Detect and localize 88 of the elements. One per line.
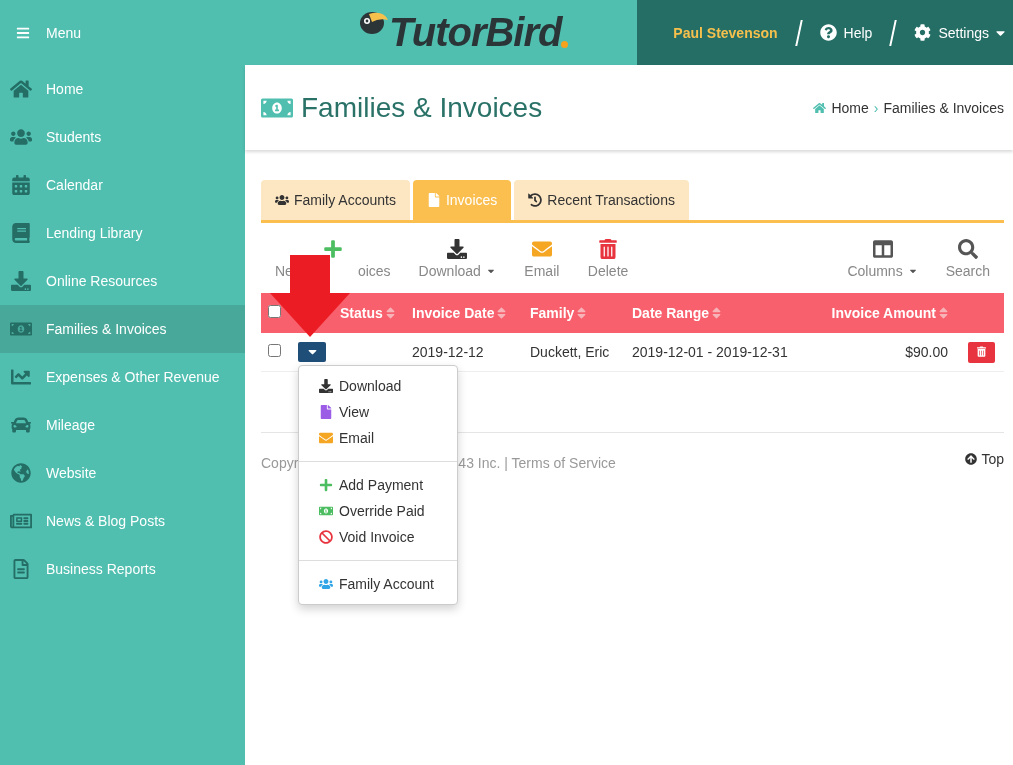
sort-icon	[939, 306, 948, 320]
row-menu-button[interactable]	[298, 342, 326, 362]
banknote-icon	[319, 504, 333, 518]
book-icon	[10, 223, 32, 243]
house-icon	[10, 79, 32, 99]
user-name[interactable]: Paul Stevenson	[648, 24, 798, 41]
arrow-up-icon	[965, 452, 978, 466]
sidebar-item[interactable]: Lending Library	[0, 209, 245, 257]
history-icon	[528, 193, 543, 207]
top-link[interactable]: Top	[965, 447, 1004, 471]
sidebar-item[interactable]: Mileage	[0, 401, 245, 449]
house-icon	[813, 100, 827, 115]
delete-button[interactable]	[968, 341, 995, 363]
tab[interactable]: Recent Transactions	[514, 180, 689, 220]
column-header[interactable]: Invoice Date	[412, 305, 495, 321]
sidebar-item[interactable]: Expenses & Other Revenue	[0, 353, 245, 401]
people-icon	[319, 577, 333, 591]
sort-icon	[577, 306, 587, 320]
column-header[interactable]: Date Range	[632, 305, 710, 321]
ban-icon	[319, 530, 333, 544]
settings-icon	[914, 24, 932, 41]
sidebar-item[interactable]: Website	[0, 449, 245, 497]
globe-icon	[10, 463, 32, 483]
sidebar-item[interactable]: Home	[0, 65, 245, 113]
brand-name: TutorBird	[389, 9, 562, 56]
trash-icon	[977, 345, 986, 359]
sidebar-item[interactable]: Calendar	[0, 161, 245, 209]
people-icon	[10, 127, 32, 147]
car-icon	[10, 415, 32, 435]
column-header[interactable]: Status	[340, 305, 383, 321]
copyright-text: Copyr	[261, 455, 299, 471]
table-cell: 2019-12-01 - 2019-12-31	[632, 344, 788, 360]
file-icon	[426, 193, 441, 207]
people-icon	[275, 193, 289, 207]
file-icon	[319, 405, 333, 419]
column-header[interactable]: Invoice Amount	[831, 305, 936, 321]
table-cell: 2019-12-12	[412, 344, 484, 360]
row-checkbox[interactable]	[268, 344, 281, 357]
toolbar-button[interactable]: Download	[404, 235, 510, 283]
breadcrumb-link[interactable]: Families & Invoices	[883, 99, 1004, 116]
table-cell: Duckett, Eric	[530, 344, 610, 360]
menu-item[interactable]: Void Invoice	[299, 524, 457, 550]
sort-icon	[712, 306, 722, 320]
download-icon	[10, 271, 32, 291]
menu-item[interactable]: Download	[299, 373, 457, 399]
column-header[interactable]: Family	[530, 305, 575, 321]
logo-dot	[561, 41, 569, 48]
menu-item[interactable]: Email	[299, 425, 457, 451]
columns-icon	[872, 239, 893, 259]
menu-icon	[16, 25, 30, 40]
banknote-icon	[10, 319, 32, 339]
sidebar-item[interactable]: Families & Invoices	[0, 305, 245, 353]
sort-icon	[497, 306, 507, 320]
sort-icon	[385, 306, 395, 320]
page-title: Families & Invoices	[261, 91, 543, 124]
sidebar-item[interactable]: News & Blog Posts	[0, 497, 245, 545]
breadcrumb-separator: ›	[873, 99, 879, 116]
help-link[interactable]: Help	[799, 24, 893, 41]
toolbar-button[interactable]: Columns	[833, 235, 932, 283]
menu-item[interactable]: Add Payment	[299, 472, 457, 498]
trash-icon	[598, 239, 619, 259]
line-chart-icon	[10, 367, 32, 387]
sidebar-item[interactable]: Online Resources	[0, 257, 245, 305]
menu-button[interactable]: Menu	[0, 24, 82, 41]
plus-icon	[322, 239, 343, 259]
download-icon	[447, 239, 468, 259]
copyright-text: 43 Inc. | Terms of Service	[458, 455, 616, 471]
sidebar-item[interactable]: Business Reports	[0, 545, 245, 593]
envelope-icon	[531, 239, 552, 259]
breadcrumb-link[interactable]: Home	[831, 99, 869, 116]
select-all-checkbox[interactable]	[268, 305, 281, 318]
calendar-icon	[10, 175, 32, 195]
toolbar-button[interactable]: Delete	[573, 235, 643, 283]
menu-item[interactable]: Override Paid	[299, 498, 457, 524]
help-icon	[819, 24, 837, 41]
newspaper-icon	[10, 511, 32, 531]
plus-icon	[319, 478, 333, 492]
toolbar-button[interactable]: Search	[931, 235, 1004, 283]
menu-item[interactable]: Family Account	[299, 571, 457, 597]
envelope-icon	[319, 431, 333, 445]
settings-menu[interactable]: Settings	[894, 24, 1005, 41]
search-icon	[957, 239, 978, 259]
toolbar-button[interactable]: Email	[509, 235, 574, 283]
download-icon	[319, 379, 333, 393]
table-cell: $90.00	[905, 344, 948, 360]
tab[interactable]: Family Accounts	[261, 180, 410, 220]
sidebar-item[interactable]: Students	[0, 113, 245, 161]
menu-item[interactable]: View	[299, 399, 457, 425]
